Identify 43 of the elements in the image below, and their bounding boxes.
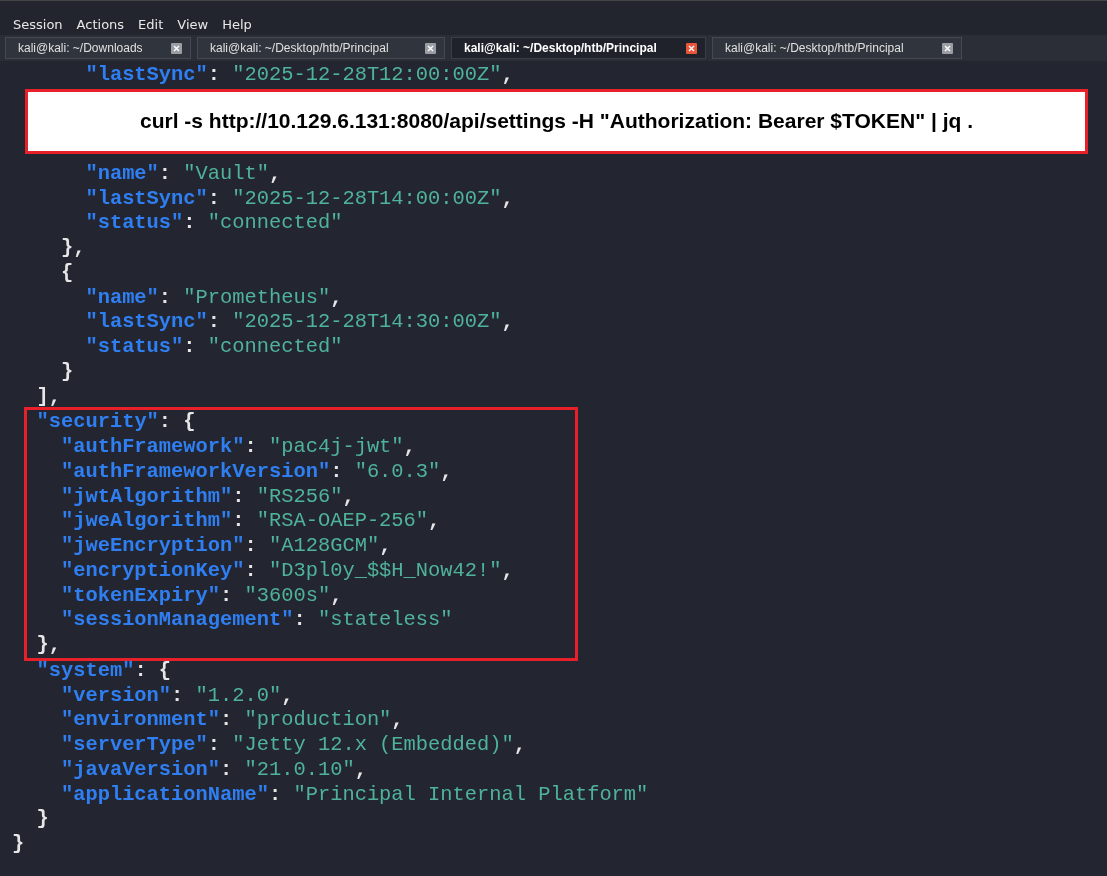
code-line: "lastSync": "2025-12-28T14:00:00Z", — [84, 186, 514, 212]
code-line: "system": { — [35, 658, 172, 684]
menu-item[interactable]: Actions — [69, 16, 132, 32]
close-icon[interactable] — [942, 42, 953, 54]
command-text: curl -s http://10.129.6.131:8080/api/settings -H "Authorization: Bearer $TOKEN" | jq . — [140, 109, 973, 134]
menu-item[interactable]: Session — [6, 16, 70, 32]
code-line: "applicationName": "Principal Internal Platform" — [59, 782, 649, 808]
code-line: } — [12, 832, 25, 857]
close-icon[interactable] — [425, 42, 436, 54]
code-line: "encryptionKey": "D3pl0y_$$H_Now42!", — [59, 558, 514, 584]
close-icon[interactable] — [171, 42, 182, 54]
code-line: "lastSync": "2025-12-28T12:00:00Z", — [84, 63, 514, 88]
menu-item[interactable]: Help — [215, 16, 259, 32]
code-line: "sessionManagement": "stateless" — [59, 608, 453, 633]
code-line: "authFramework": "pac4j-jwt", — [59, 435, 416, 460]
code-line: "version": "1.2.0", — [59, 683, 294, 709]
code-line: "tokenExpiry": "3600s", — [59, 583, 343, 609]
menu-item[interactable]: View — [170, 16, 216, 32]
terminal-tab[interactable]: kali@kali: ~/Desktop/htb/Principal — [451, 37, 706, 59]
code-line: "security": { — [35, 410, 196, 435]
menu-item[interactable]: Edit — [131, 16, 171, 32]
code-line: "environment": "production", — [59, 708, 404, 733]
terminal-tab[interactable]: kali@kali: ~/Desktop/htb/Principal — [197, 37, 445, 59]
code-line: "javaVersion": "21.0.10", — [59, 757, 367, 783]
code-line: "lastSync": "2025-12-28T14:30:00Z", — [84, 310, 514, 335]
code-line: "status": "connected" — [84, 211, 343, 236]
code-line: "status": "connected" — [84, 335, 343, 360]
code-line: "name": "Prometheus", — [84, 285, 343, 311]
code-line: "jweAlgorithm": "RSA-OAEP-256", — [59, 509, 441, 534]
code-line: "name": "Vault", — [84, 161, 282, 187]
code-line: }, — [35, 633, 61, 658]
code-line: } — [35, 807, 49, 832]
code-line: ], — [35, 384, 61, 410]
terminal-tab[interactable]: kali@kali: ~/Downloads — [5, 37, 191, 59]
code-line: "serverType": "Jetty 12.x (Embedded)", — [59, 733, 526, 758]
code-line: "jweEncryption": "A128GCM", — [59, 534, 392, 559]
code-line: "authFrameworkVersion": "6.0.3", — [59, 459, 453, 485]
close-icon[interactable] — [686, 42, 697, 54]
code-line: }, — [59, 236, 86, 261]
code-line: } — [59, 359, 74, 385]
code-line: "jwtAlgorithm": "RS256", — [59, 484, 355, 510]
terminal-tab[interactable]: kali@kali: ~/Desktop/htb/Principal — [712, 37, 962, 59]
code-line: { — [59, 260, 74, 286]
